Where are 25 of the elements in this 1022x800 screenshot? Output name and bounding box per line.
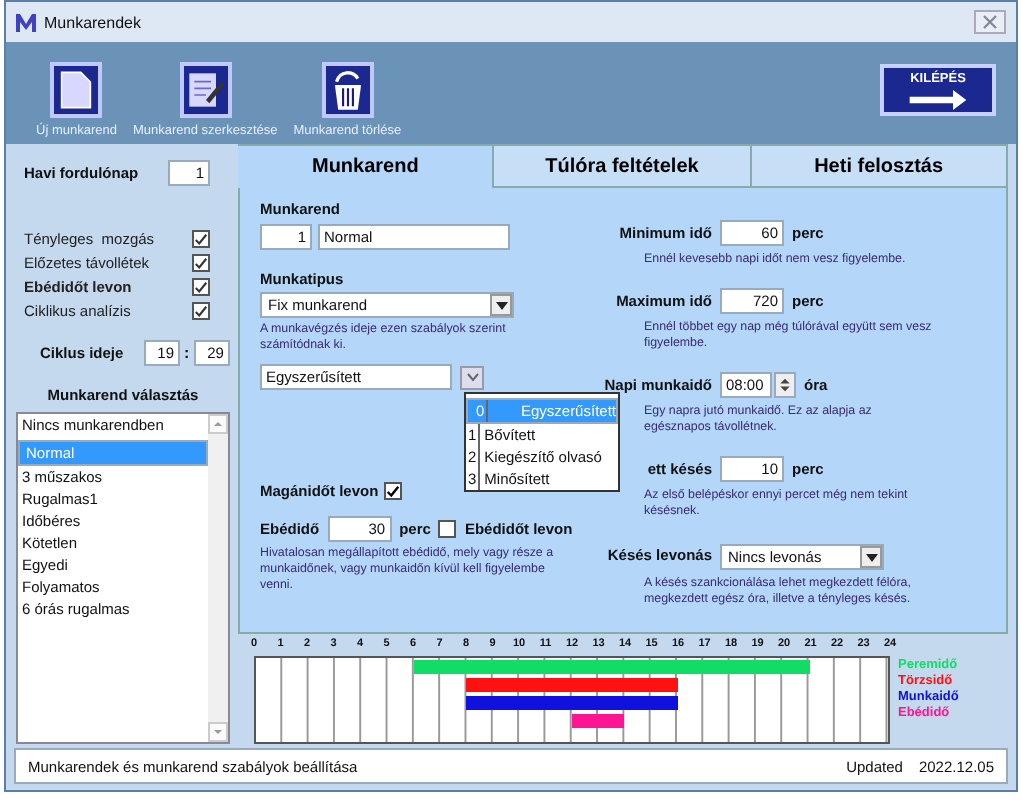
tab[interactable]: Túlóra feltételek (494, 144, 752, 188)
checkbox[interactable] (384, 482, 403, 500)
caret-icon (465, 372, 479, 382)
arrow-right-icon (908, 89, 968, 109)
checkbox[interactable] (192, 302, 210, 320)
close-icon[interactable] (974, 10, 1006, 34)
checkbox[interactable] (438, 520, 457, 538)
dropdown-button[interactable] (460, 365, 484, 389)
trash-icon (329, 68, 366, 112)
scrollbar[interactable] (208, 414, 228, 742)
checkbox[interactable] (192, 254, 210, 272)
checkbox[interactable] (192, 278, 210, 296)
caret-icon (865, 553, 877, 561)
window-title: Munkarendek (44, 13, 143, 31)
tab[interactable]: Munkarend (238, 144, 495, 188)
document-icon (60, 70, 93, 110)
spinner-icon[interactable] (774, 372, 796, 398)
caret-icon (495, 301, 507, 309)
scroll-down-icon[interactable] (208, 722, 228, 742)
tab[interactable]: Heti felosztás (751, 144, 1008, 188)
pencil-paper-icon (185, 70, 226, 110)
time-separator: : (184, 344, 190, 362)
checkbox[interactable] (192, 230, 210, 248)
scroll-up-icon[interactable] (208, 414, 228, 434)
app-logo-icon (16, 13, 36, 31)
